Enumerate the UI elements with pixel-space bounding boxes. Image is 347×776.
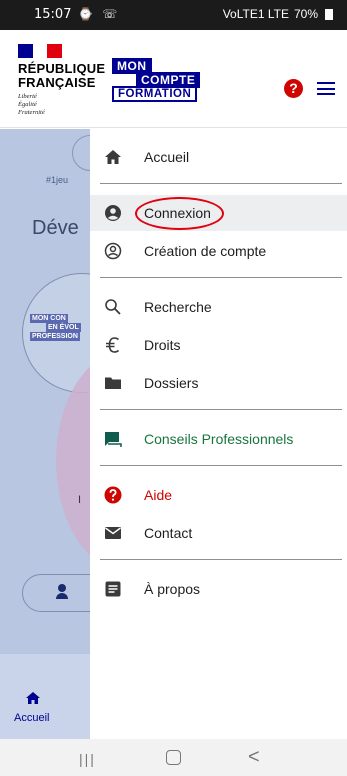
- logo-line3: FORMATION: [112, 86, 198, 102]
- highlight-annotation: [135, 197, 224, 230]
- menu-item-label: Conseils Professionnels: [144, 431, 294, 447]
- mail-icon: [105, 527, 121, 539]
- rf-motto-line2: Égalité: [18, 101, 37, 108]
- app-header: RÉPUBLIQUE FRANÇAISE Liberté Égalité Fra…: [0, 30, 347, 128]
- menu-divider: [100, 277, 342, 278]
- menu-item-label: Aide: [144, 487, 173, 503]
- republique-francaise-logo[interactable]: RÉPUBLIQUE FRANÇAISE: [18, 62, 105, 90]
- home-icon: [26, 692, 40, 704]
- system-navigation-bar: ||| <: [0, 739, 347, 776]
- system-home-button[interactable]: [166, 750, 181, 765]
- background-mini-logo: MON CON EN ÉVOL PROFESSION: [30, 314, 81, 341]
- menu-item-label: Contact: [144, 525, 193, 541]
- menu-item-dossiers[interactable]: Dossiers: [90, 365, 347, 401]
- status-bar: 15:07 ⌚ ☏ VoLTE1 LTE 70%: [0, 0, 347, 30]
- bottom-nav-home-label: Accueil: [14, 712, 50, 724]
- menu-divider: [100, 559, 342, 560]
- menu-item-label: Création de compte: [144, 243, 267, 259]
- menu-item-label: Droits: [144, 337, 181, 353]
- system-back-button[interactable]: <: [248, 746, 260, 769]
- menu-item-aide[interactable]: Aide: [90, 477, 347, 513]
- recent-apps-button[interactable]: |||: [79, 751, 96, 767]
- battery-level: 70%: [293, 7, 318, 21]
- euro-icon: [106, 337, 120, 353]
- background-logo-line3: PROFESSION: [30, 332, 80, 341]
- info-document-icon: [105, 581, 121, 597]
- menu-item-a-propos[interactable]: À propos: [90, 571, 347, 607]
- folder-icon: [105, 377, 121, 389]
- chat-icon: [105, 432, 122, 447]
- rf-title-line1: RÉPUBLIQUE: [18, 61, 106, 76]
- bottom-nav-home[interactable]: Accueil: [0, 688, 90, 739]
- menu-item-droits[interactable]: Droits: [90, 327, 347, 363]
- rf-motto: Liberté Égalité Fraternité: [18, 93, 45, 117]
- mon-compte-formation-logo[interactable]: MON COMPTE FORMATION: [112, 58, 201, 102]
- background-logo-line1: MON CON: [30, 314, 68, 323]
- help-icon: [104, 486, 122, 504]
- status-time: 15:07: [34, 7, 72, 22]
- rf-title-line2: FRANÇAISE: [18, 75, 96, 90]
- menu-divider: [100, 409, 342, 410]
- background-heading: Déve: [32, 217, 79, 239]
- republique-flag-icon: [18, 44, 62, 58]
- menu-item-label: Recherche: [144, 299, 212, 315]
- navigation-drawer: Accueil Connexion Création de compte Rec…: [90, 129, 347, 739]
- menu-item-contact[interactable]: Contact: [90, 515, 347, 551]
- background-logo-line2: EN ÉVOL: [46, 323, 81, 332]
- menu-divider: [100, 465, 342, 466]
- network-indicator: VoLTE1 LTE: [222, 7, 289, 21]
- menu-item-label: Accueil: [144, 149, 190, 165]
- menu-divider: [100, 183, 342, 184]
- rf-motto-line1: Liberté: [18, 93, 37, 100]
- menu-item-recherche[interactable]: Recherche: [90, 289, 347, 325]
- background-hashtag: #1jeu: [46, 175, 69, 185]
- search-icon: [105, 299, 121, 315]
- battery-icon: [325, 8, 333, 20]
- menu-item-conseils[interactable]: Conseils Professionnels: [90, 421, 347, 457]
- status-notification-icons: ⌚ ☏: [78, 7, 121, 21]
- menu-item-label: Dossiers: [144, 375, 199, 391]
- help-icon[interactable]: ?: [284, 79, 303, 98]
- status-right-group: VoLTE1 LTE 70%: [223, 7, 333, 21]
- account-circle-icon: [105, 205, 121, 221]
- account-outline-icon: [104, 242, 122, 260]
- menu-icon[interactable]: [317, 82, 335, 95]
- rf-motto-line3: Fraternité: [18, 109, 45, 116]
- background-text-fragment: I: [78, 494, 82, 506]
- home-icon: [105, 150, 121, 164]
- menu-item-label: À propos: [144, 581, 201, 597]
- person-icon: [56, 584, 68, 599]
- menu-item-accueil[interactable]: Accueil: [90, 139, 347, 175]
- menu-item-creation-compte[interactable]: Création de compte: [90, 233, 347, 269]
